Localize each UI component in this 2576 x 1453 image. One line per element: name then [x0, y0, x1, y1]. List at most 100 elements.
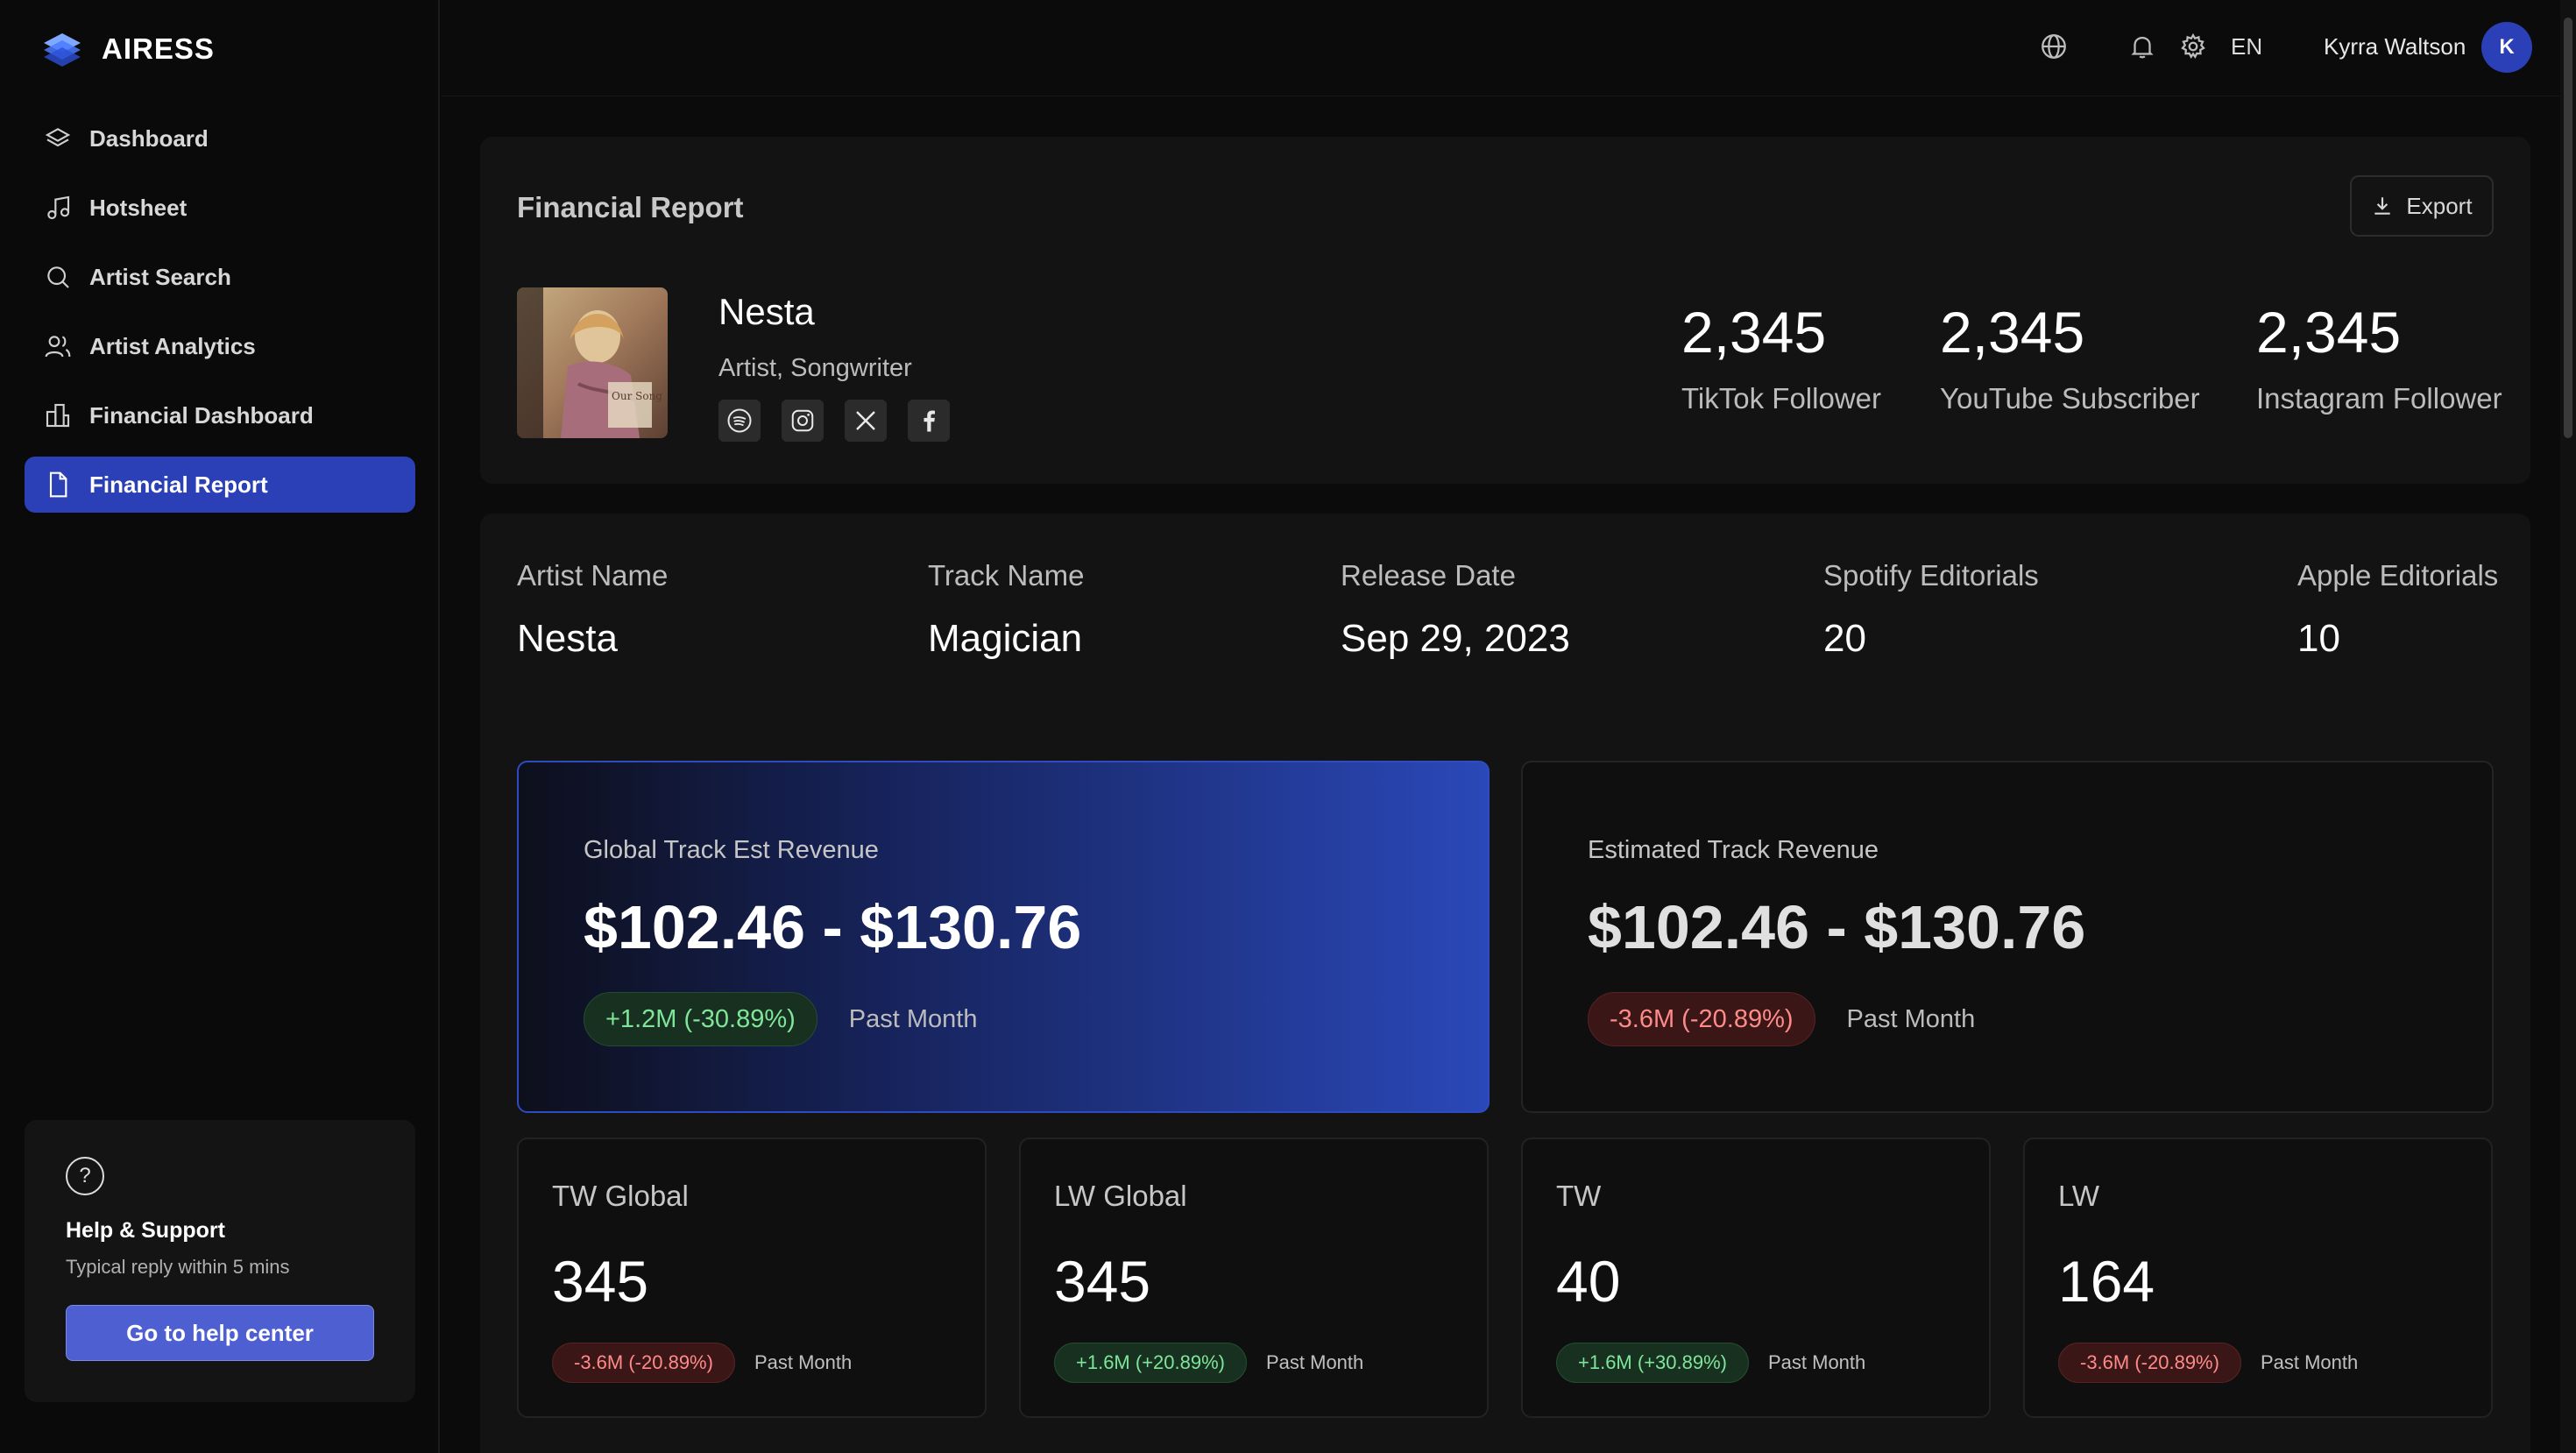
- info-label: Spotify Editorials: [1823, 559, 2039, 592]
- change-badge: -3.6M (-20.89%): [1588, 992, 1815, 1046]
- social-links: [718, 400, 950, 442]
- sidebar-item-artist-search[interactable]: Artist Search: [25, 249, 415, 305]
- facebook-icon[interactable]: [908, 400, 950, 442]
- sidebar-item-financial-dashboard[interactable]: Financial Dashboard: [25, 387, 415, 443]
- sidebar-nav: Dashboard Hotsheet Artist Search Artist …: [25, 110, 415, 526]
- metric-value: 40: [1556, 1249, 1621, 1314]
- info-spotify-editorials: Spotify Editorials 20: [1823, 559, 2039, 661]
- stat-instagram: 2,345 Instagram Follower: [2256, 303, 2502, 415]
- period-label: Past Month: [848, 1004, 978, 1033]
- change-badge: +1.6M (+20.89%): [1054, 1343, 1247, 1383]
- change-badge: -3.6M (-20.89%): [2058, 1343, 2241, 1383]
- stat-value: 2,345: [1940, 300, 2085, 365]
- metric-card-lw-global: LW Global 345 +1.6M (+20.89%) Past Month: [1019, 1138, 1489, 1418]
- help-title: Help & Support: [66, 1218, 225, 1243]
- sidebar: AIRESS Dashboard Hotsheet Artist Search …: [0, 0, 440, 1453]
- page-title: Financial Report: [517, 191, 744, 223]
- stat-value: 2,345: [1681, 300, 1827, 365]
- download-icon: [2374, 197, 2391, 215]
- period-label: Past Month: [2260, 1351, 2359, 1373]
- metric-card-lw: LW 164 -3.6M (-20.89%) Past Month: [2023, 1138, 2493, 1418]
- scrollbar[interactable]: [2560, 0, 2576, 1453]
- info-label: Track Name: [928, 559, 1085, 592]
- brand-name: AIRESS: [102, 32, 215, 65]
- change-badge: +1.6M (+30.89%): [1556, 1343, 1749, 1383]
- bell-icon[interactable]: [2127, 32, 2157, 61]
- info-value: 10: [2297, 617, 2340, 660]
- stat-label: TikTok Follower: [1681, 382, 1881, 415]
- artist-role: Artist, Songwriter: [718, 354, 912, 382]
- info-artist-name: Artist Name Nesta: [517, 559, 668, 661]
- music-note-icon: [47, 195, 70, 220]
- info-label: Artist Name: [517, 559, 669, 592]
- sidebar-item-label: Artist Search: [89, 263, 231, 290]
- artist-header-panel: Financial Report Export Our Song Nesta A…: [480, 137, 2530, 484]
- spotify-icon[interactable]: [718, 400, 761, 442]
- revenue-value: $102.46 - $130.76: [584, 893, 1082, 961]
- sidebar-item-label: Financial Report: [89, 471, 268, 498]
- avatar[interactable]: K: [2481, 22, 2532, 73]
- search-icon: [47, 266, 69, 288]
- metric-label: LW Global: [1054, 1180, 1187, 1212]
- sidebar-item-hotsheet[interactable]: Hotsheet: [25, 180, 415, 236]
- buildings-icon: [46, 403, 70, 428]
- globe-icon[interactable]: [2039, 32, 2069, 61]
- help-support-card: ? Help & Support Typical reply within 5 …: [25, 1120, 415, 1402]
- revenue-value: $102.46 - $130.76: [1588, 893, 2086, 961]
- info-value: Nesta: [517, 617, 618, 660]
- change-badge: -3.6M (-20.89%): [552, 1343, 735, 1383]
- help-circle-icon: ?: [66, 1157, 104, 1195]
- info-release-date: Release Date Sep 29, 2023: [1341, 559, 1570, 661]
- brand[interactable]: AIRESS: [42, 32, 215, 67]
- metric-label: LW: [2058, 1180, 2100, 1212]
- user-name[interactable]: Kyrra Waltson: [2324, 33, 2466, 60]
- info-label: Apple Editorials: [2297, 559, 2499, 592]
- gear-icon[interactable]: [2178, 32, 2208, 61]
- stat-label: Instagram Follower: [2256, 382, 2502, 415]
- change-badge: +1.2M (-30.89%): [584, 992, 817, 1046]
- info-value: Magician: [928, 617, 1083, 660]
- revenue-label: Estimated Track Revenue: [1588, 836, 1879, 864]
- period-label: Past Month: [1846, 1004, 1976, 1033]
- stat-tiktok: 2,345 TikTok Follower: [1681, 303, 1881, 415]
- sidebar-item-label: Dashboard: [89, 124, 209, 152]
- export-button[interactable]: Export: [2350, 175, 2494, 237]
- revenue-label: Global Track Est Revenue: [584, 836, 879, 864]
- metric-card-tw: TW 40 +1.6M (+30.89%) Past Month: [1521, 1138, 1991, 1418]
- metric-label: TW: [1556, 1180, 1602, 1212]
- sidebar-item-artist-analytics[interactable]: Artist Analytics: [25, 318, 415, 374]
- metric-value: 164: [2058, 1249, 2155, 1314]
- scrollbar-thumb[interactable]: [2564, 18, 2572, 438]
- info-value: 20: [1823, 617, 1866, 660]
- help-center-button[interactable]: Go to help center: [66, 1305, 374, 1361]
- logo-icon: [44, 33, 81, 67]
- sidebar-item-label: Artist Analytics: [89, 332, 256, 359]
- artist-name: Nesta: [718, 291, 815, 332]
- users-icon: [45, 336, 71, 358]
- track-details-panel: Artist Name Nesta Track Name Magician Re…: [480, 514, 2530, 1453]
- info-label: Release Date: [1341, 559, 1516, 592]
- language-selector[interactable]: EN: [2231, 33, 2262, 60]
- metric-card-tw-global: TW Global 345 -3.6M (-20.89%) Past Month: [517, 1138, 987, 1418]
- stat-label: YouTube Subscriber: [1940, 382, 2200, 415]
- info-value: Sep 29, 2023: [1341, 617, 1570, 660]
- cover-text: Our Song: [612, 390, 662, 402]
- info-apple-editorials: Apple Editorials 10: [2297, 559, 2498, 661]
- x-twitter-icon[interactable]: [845, 400, 887, 442]
- instagram-icon[interactable]: [782, 400, 824, 442]
- estimated-revenue-card: Estimated Track Revenue $102.46 - $130.7…: [1521, 761, 2494, 1113]
- metric-value: 345: [552, 1249, 649, 1314]
- sidebar-item-label: Hotsheet: [89, 194, 188, 221]
- metric-label: TW Global: [552, 1180, 689, 1212]
- sidebar-item-label: Financial Dashboard: [89, 401, 314, 429]
- period-label: Past Month: [1767, 1351, 1866, 1373]
- album-cover: Our Song: [517, 287, 668, 438]
- sidebar-item-financial-report[interactable]: Financial Report: [25, 457, 415, 513]
- layers-icon: [45, 128, 71, 147]
- stat-value: 2,345: [2256, 300, 2402, 365]
- sidebar-item-dashboard[interactable]: Dashboard: [25, 110, 415, 167]
- period-label: Past Month: [754, 1351, 853, 1373]
- global-revenue-card: Global Track Est Revenue $102.46 - $130.…: [517, 761, 1490, 1113]
- period-label: Past Month: [1265, 1351, 1364, 1373]
- metric-value: 345: [1054, 1249, 1151, 1314]
